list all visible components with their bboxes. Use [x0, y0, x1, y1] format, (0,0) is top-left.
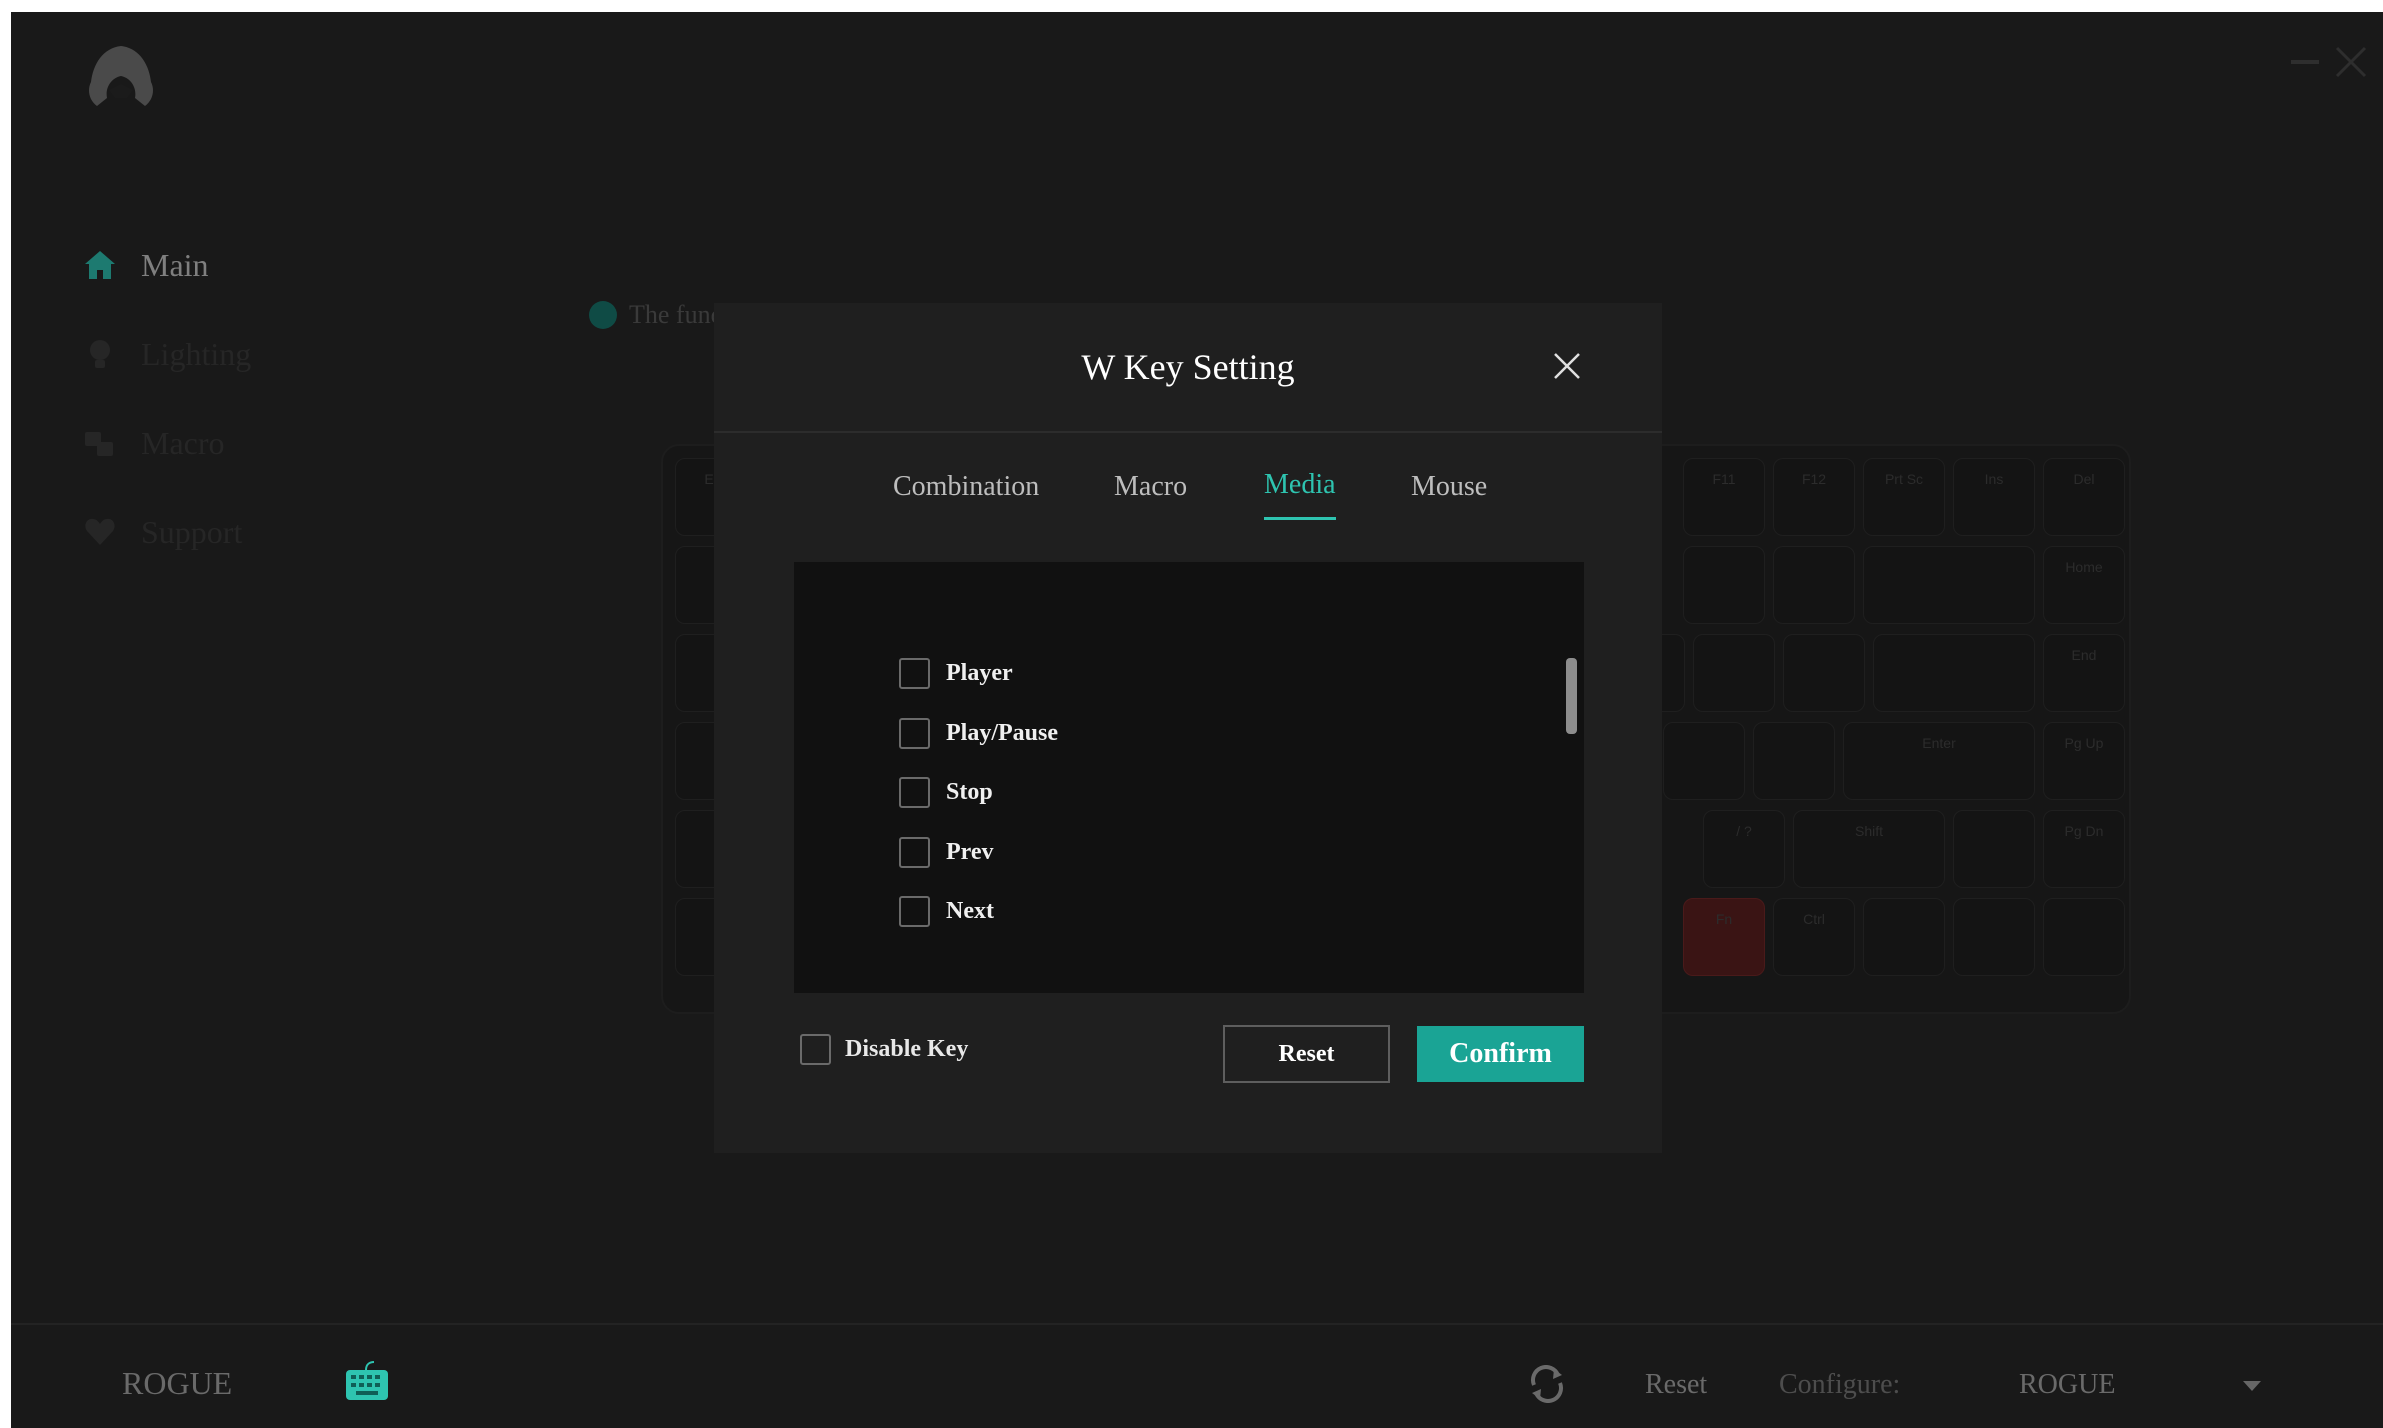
sidebar-item-lighting[interactable]: Lighting — [83, 329, 251, 379]
divider — [714, 431, 1662, 433]
keyboard-key — [1753, 722, 1835, 800]
media-option-next[interactable]: Next — [899, 896, 994, 927]
confirm-button[interactable]: Confirm — [1417, 1026, 1584, 1082]
close-icon[interactable] — [1552, 351, 1582, 381]
dialog-title: W Key Setting — [1081, 347, 1295, 387]
keyboard-key: Ctrl — [1773, 898, 1855, 976]
media-option-label: Player — [946, 660, 1013, 686]
minimize-icon[interactable] — [2291, 60, 2319, 64]
keyboard-key — [1683, 546, 1765, 624]
disable-key-label: Disable Key — [845, 1036, 969, 1062]
keyboard-key: Del — [2043, 458, 2125, 536]
tab-bar: Combination Macro Media Mouse — [714, 463, 1662, 523]
hooded-figure-logo-icon — [89, 46, 153, 106]
media-option-stop[interactable]: Stop — [899, 777, 993, 808]
keyboard-key: Shift — [1793, 810, 1945, 888]
sync-icon[interactable] — [1526, 1365, 1568, 1403]
keyboard-icon[interactable] — [344, 1358, 390, 1404]
sidebar-item-label: Main — [141, 246, 209, 283]
function-notice: The func — [589, 300, 722, 330]
sidebar-item-macro[interactable]: Macro — [83, 418, 225, 468]
chevron-down-icon — [2243, 1381, 2261, 1391]
scrollbar-thumb[interactable] — [1566, 658, 1577, 734]
keyboard-key — [1953, 810, 2035, 888]
profile-name: ROGUE — [122, 1365, 233, 1401]
sidebar-item-label: Support — [141, 513, 243, 550]
profile-reset-button[interactable]: Reset — [1645, 1369, 1707, 1401]
checkbox[interactable] — [899, 718, 930, 749]
checkbox[interactable] — [899, 896, 930, 927]
active-tab-indicator — [1264, 517, 1336, 520]
close-icon[interactable] — [2333, 44, 2369, 80]
keyboard-key-fn: Fn — [1683, 898, 1765, 976]
keyboard-key: End — [2043, 634, 2125, 712]
keyboard-key: F11 — [1683, 458, 1765, 536]
sidebar-item-label: Macro — [141, 424, 225, 461]
heart-icon — [85, 518, 115, 545]
keyboard-key: Home — [2043, 546, 2125, 624]
sidebar-item-support[interactable]: Support — [83, 507, 242, 557]
tab-macro[interactable]: Macro — [1114, 471, 1187, 503]
keyboard-key — [1783, 634, 1865, 712]
media-option-play-pause[interactable]: Play/Pause — [899, 718, 1058, 749]
keyboard-key — [2043, 898, 2125, 976]
key-setting-dialog: W Key Setting Combination Macro Media Mo… — [714, 303, 1662, 1153]
keyboard-key: Prt Sc — [1863, 458, 1945, 536]
media-option-label: Play/Pause — [946, 720, 1058, 746]
media-option-label: Next — [946, 898, 994, 924]
checkbox[interactable] — [899, 658, 930, 689]
tab-combination[interactable]: Combination — [893, 471, 1039, 503]
lightbulb-icon — [90, 340, 110, 368]
sidebar-item-label: Lighting — [141, 335, 252, 372]
checkbox[interactable] — [800, 1034, 831, 1065]
configure-select[interactable]: ROGUE — [2011, 1361, 2281, 1409]
reset-button[interactable]: Reset — [1223, 1025, 1390, 1083]
keyboard-key — [1873, 634, 2035, 712]
media-function-list: Player Play/Pause Stop Prev Next — [794, 562, 1584, 993]
disable-key-option[interactable]: Disable Key — [800, 1034, 968, 1065]
media-option-player[interactable]: Player — [899, 658, 1013, 689]
keyboard-key — [1953, 898, 2035, 976]
tab-media[interactable]: Media — [1264, 469, 1336, 501]
home-icon — [85, 251, 115, 279]
keyboard-key: F12 — [1773, 458, 1855, 536]
checkbox[interactable] — [899, 777, 930, 808]
checkbox[interactable] — [899, 837, 930, 868]
keyboard-key — [1693, 634, 1775, 712]
keyboard-key: Pg Up — [2043, 722, 2125, 800]
keyboard-key: Ins — [1953, 458, 2035, 536]
bottom-bar: ROGUE Reset Configure: ROGUE — [11, 1323, 2383, 1428]
media-option-label: Stop — [946, 779, 993, 805]
keyboard-key — [1663, 722, 1745, 800]
info-dot-icon — [589, 301, 617, 329]
keyboard-key — [1773, 546, 1855, 624]
media-option-label: Prev — [946, 839, 994, 865]
keyboard-key: Pg Dn — [2043, 810, 2125, 888]
keyboard-key: Enter — [1843, 722, 2035, 800]
keyboard-key — [1863, 898, 1945, 976]
sidebar-item-main[interactable]: Main — [83, 240, 209, 290]
media-option-prev[interactable]: Prev — [899, 837, 994, 868]
tab-mouse[interactable]: Mouse — [1411, 471, 1487, 503]
keyboard-key: / ? — [1703, 810, 1785, 888]
keyboard-key — [1863, 546, 2035, 624]
configure-label: Configure: — [1779, 1369, 1901, 1400]
notice-text: The func — [629, 300, 723, 329]
configure-value: ROGUE — [2019, 1369, 2116, 1400]
macro-icon — [85, 432, 113, 456]
